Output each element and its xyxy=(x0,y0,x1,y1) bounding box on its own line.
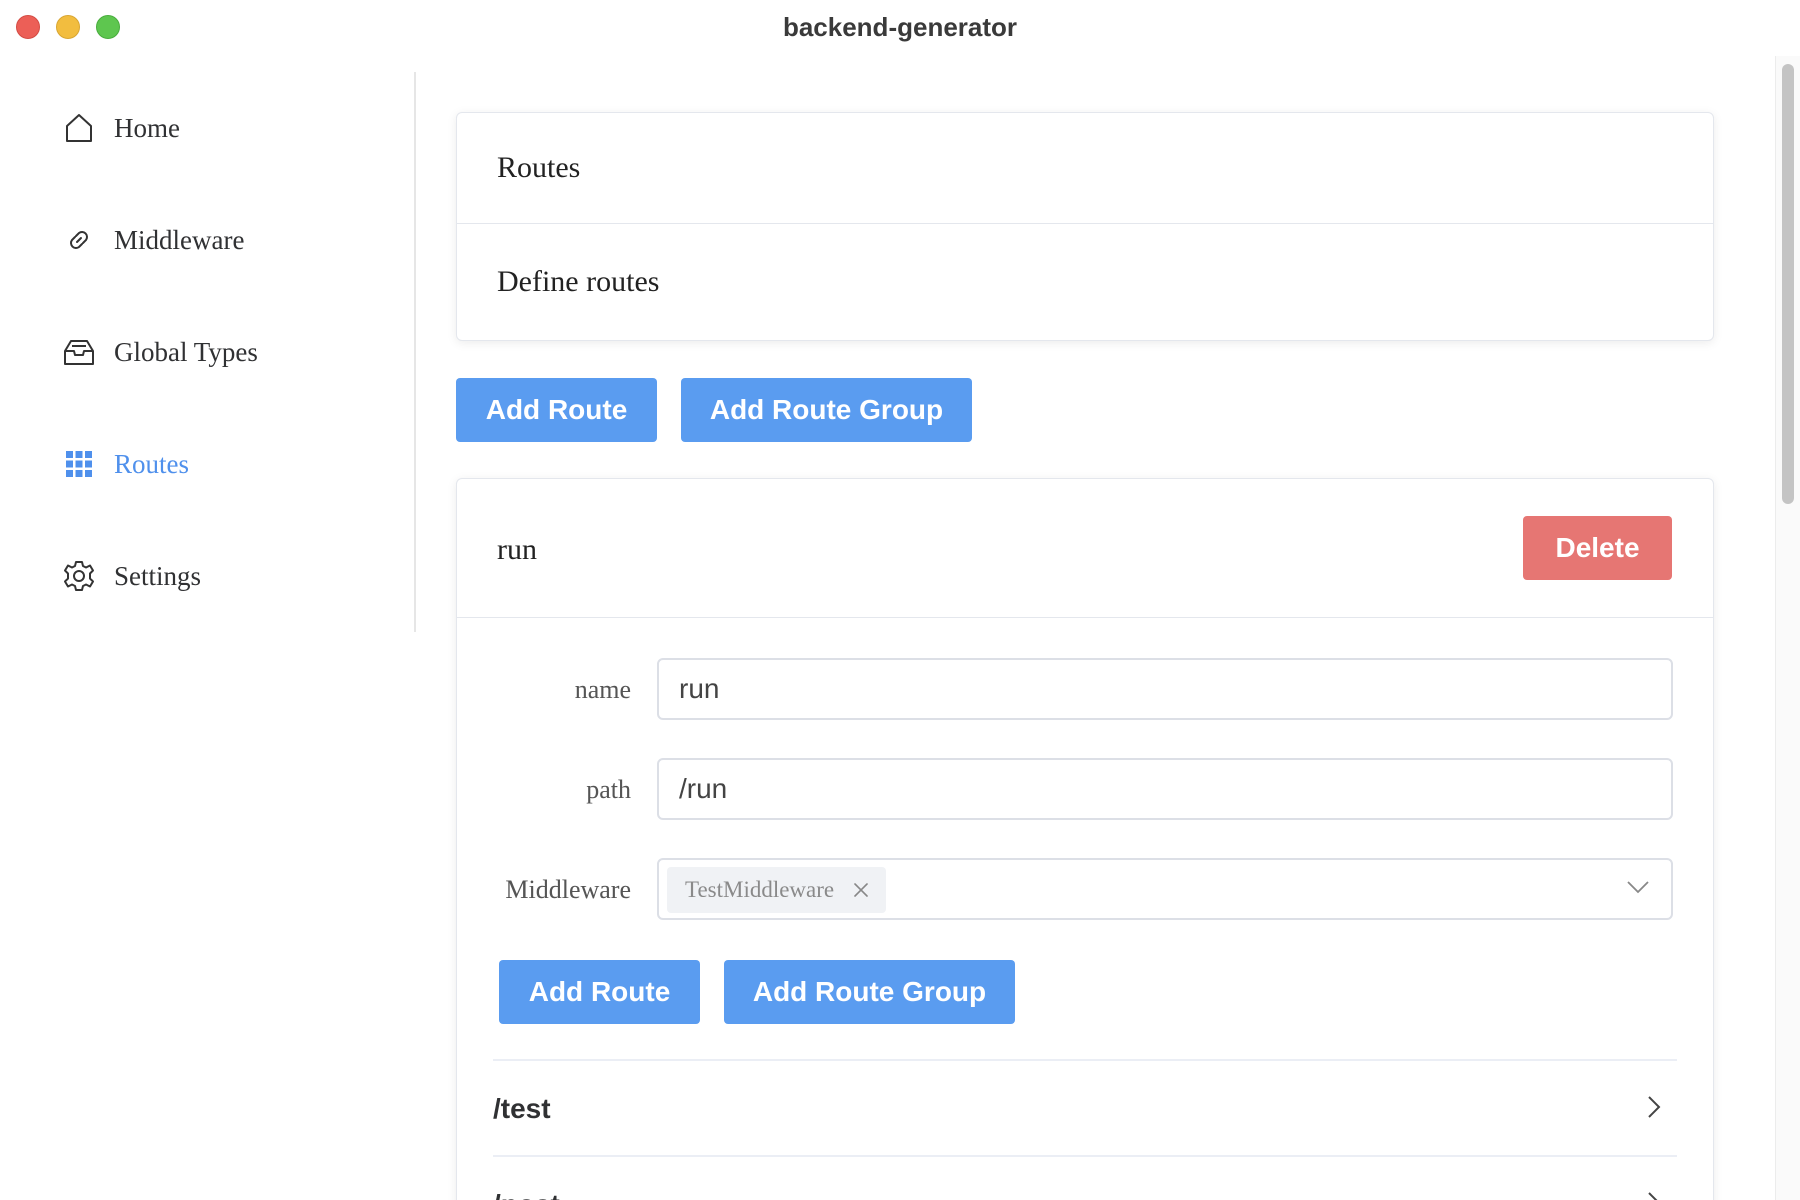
sidebar-item-label: Middleware xyxy=(114,224,245,255)
home-icon xyxy=(62,111,96,145)
sidebar-item-label: Global Types xyxy=(114,336,258,367)
chevron-right-icon xyxy=(1647,1191,1661,1200)
sidebar-item-global-types[interactable]: Global Types xyxy=(62,332,258,372)
page-title: Routes xyxy=(497,151,581,184)
route-path-input[interactable] xyxy=(657,758,1673,820)
name-label: name xyxy=(574,675,631,704)
page-description: Define routes xyxy=(497,265,660,298)
inbox-icon xyxy=(62,335,96,369)
middleware-label: Middleware xyxy=(505,875,631,904)
route-name-input[interactable] xyxy=(657,658,1673,720)
route-title: run xyxy=(497,533,537,566)
sidebar-item-settings[interactable]: Settings xyxy=(62,556,201,596)
close-icon[interactable] xyxy=(852,881,870,899)
add-child-route-group-button[interactable]: Add Route Group xyxy=(724,960,1015,1024)
gear-icon xyxy=(62,559,96,593)
routes-header-card: Routes Define routes xyxy=(456,112,1714,341)
scrollbar-thumb[interactable] xyxy=(1782,64,1794,504)
sidebar-item-home[interactable]: Home xyxy=(62,108,180,148)
child-route-row[interactable]: /post xyxy=(493,1155,1677,1200)
sidebar-item-label: Routes xyxy=(114,448,190,479)
chevron-right-icon xyxy=(1647,1095,1661,1124)
path-label: path xyxy=(586,775,631,804)
route-card: run Delete name path Middleware TestMidd… xyxy=(456,478,1714,1200)
add-route-group-button[interactable]: Add Route Group xyxy=(681,378,972,442)
grid-icon xyxy=(62,447,96,481)
child-route-path: /post xyxy=(493,1189,560,1200)
link-icon xyxy=(62,223,96,257)
divider xyxy=(457,617,1713,618)
middleware-tag: TestMiddleware xyxy=(667,867,887,913)
middleware-select[interactable]: TestMiddleware xyxy=(657,858,1673,920)
child-route-path: /test xyxy=(493,1093,551,1124)
chevron-down-icon[interactable] xyxy=(1627,880,1649,899)
sidebar-item-label: Settings xyxy=(114,560,202,591)
title-bar: backend-generator xyxy=(0,0,1800,56)
add-child-route-button[interactable]: Add Route xyxy=(499,960,700,1024)
scrollbar[interactable] xyxy=(1775,56,1800,1200)
sidebar-item-label: Home xyxy=(114,112,180,143)
child-route-row[interactable]: /test xyxy=(493,1059,1677,1155)
sidebar: Home Middleware Global Types Routes Sett… xyxy=(0,72,416,632)
middleware-tag-label: TestMiddleware xyxy=(685,877,835,902)
divider xyxy=(457,223,1713,224)
delete-route-button[interactable]: Delete xyxy=(1523,516,1672,580)
add-route-button[interactable]: Add Route xyxy=(456,378,657,442)
sidebar-item-middleware[interactable]: Middleware xyxy=(62,220,244,260)
app-window: backend-generator Home Middleware Global… xyxy=(0,0,1800,1200)
sidebar-item-routes[interactable]: Routes xyxy=(62,444,189,484)
window-title: backend-generator xyxy=(782,12,1018,42)
